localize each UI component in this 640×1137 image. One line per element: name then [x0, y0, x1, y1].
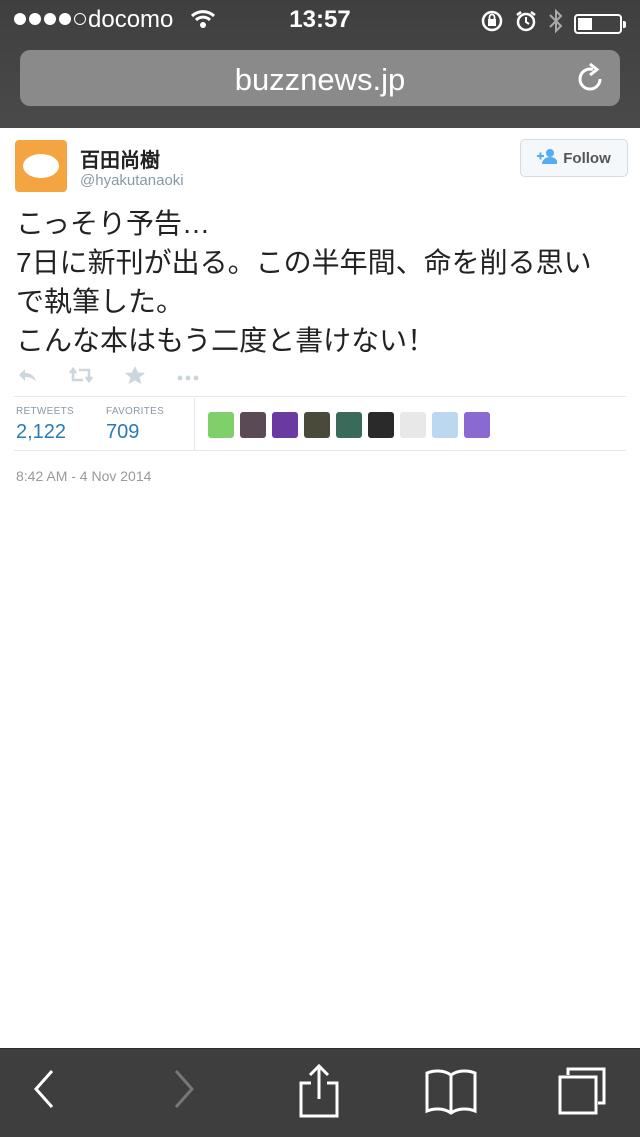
follow-button[interactable]: Follow — [520, 139, 628, 177]
favoriter-avatar[interactable] — [336, 412, 362, 438]
favorites-count: 709 — [106, 421, 140, 443]
share-icon[interactable] — [298, 1063, 340, 1124]
alarm-icon — [514, 9, 538, 38]
retweet-icon[interactable] — [68, 366, 94, 389]
avatar[interactable] — [15, 140, 67, 192]
rotation-lock-icon — [480, 9, 504, 38]
back-icon[interactable] — [32, 1067, 56, 1116]
battery-icon — [574, 13, 626, 34]
favorites-stat[interactable]: FAVORITES 709 — [106, 406, 164, 444]
favoriter-avatars — [208, 412, 490, 438]
favoriter-avatar[interactable] — [304, 412, 330, 438]
follow-label: Follow — [563, 149, 611, 167]
forward-icon[interactable] — [172, 1067, 196, 1116]
browser-chrome: docomo 13:57 buzznews.jp — [0, 0, 640, 128]
favoriter-avatar[interactable] — [240, 412, 266, 438]
add-user-icon — [537, 148, 559, 168]
user-handle[interactable]: @hyakutanaoki — [80, 172, 184, 189]
favoriter-avatar[interactable] — [272, 412, 298, 438]
favorite-icon[interactable] — [124, 365, 146, 390]
favoriter-avatar[interactable] — [368, 412, 394, 438]
favoriter-avatar[interactable] — [432, 412, 458, 438]
retweets-label: RETWEETS — [16, 406, 74, 417]
tweet-timestamp[interactable]: 8:42 AM - 4 Nov 2014 — [16, 468, 151, 484]
favoriter-avatar[interactable] — [464, 412, 490, 438]
tweet-text: こっそり予告… 7日に新刊が出る。この半年間、命を削る思い で執筆した。 こんな… — [16, 208, 592, 356]
bluetooth-icon — [548, 8, 564, 39]
retweets-stat[interactable]: RETWEETS 2,122 — [16, 406, 74, 444]
address-bar[interactable]: buzznews.jp — [20, 50, 620, 106]
retweets-count: 2,122 — [16, 421, 67, 443]
favoriter-avatar[interactable] — [208, 412, 234, 438]
status-bar: docomo 13:57 — [0, 0, 640, 40]
reload-icon[interactable] — [576, 62, 606, 99]
browser-toolbar — [0, 1048, 640, 1137]
bookmarks-icon[interactable] — [424, 1067, 478, 1120]
reply-icon[interactable] — [16, 366, 38, 389]
divider — [194, 398, 195, 450]
tabs-icon[interactable] — [556, 1065, 608, 1122]
user-name[interactable]: 百田尚樹 — [80, 144, 160, 173]
favoriter-avatar[interactable] — [400, 412, 426, 438]
url-text: buzznews.jp — [234, 62, 406, 97]
tweet-actions — [16, 365, 200, 390]
divider — [14, 396, 626, 397]
divider — [14, 450, 626, 451]
more-icon[interactable] — [176, 369, 200, 387]
favorites-label: FAVORITES — [106, 406, 165, 417]
